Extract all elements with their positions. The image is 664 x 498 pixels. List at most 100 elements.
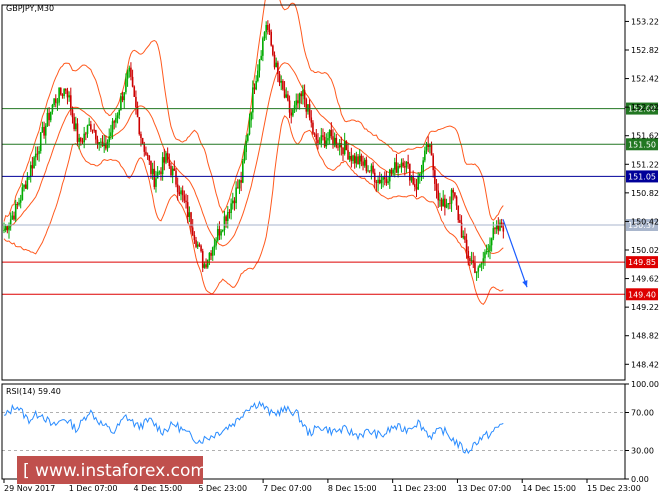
x-tick-label: 8 Dec 15:00 (328, 484, 377, 493)
level-tag-text-151.05: 151.05 (628, 172, 656, 181)
candle-body (56, 102, 59, 104)
candle-body (240, 180, 242, 183)
candle-body (49, 111, 52, 121)
candle-body (131, 76, 134, 87)
candle-body (330, 130, 333, 137)
candle-body (499, 222, 501, 231)
candle-body (434, 170, 436, 184)
candle-body (203, 264, 206, 268)
candle-body (3, 230, 5, 231)
candle-body (166, 153, 169, 161)
candle-body (68, 95, 70, 98)
candle-body (198, 244, 201, 246)
candle-body (337, 146, 339, 148)
candle-body (178, 192, 181, 195)
candle-body (58, 87, 60, 103)
candle-body (479, 264, 481, 268)
candle-body (338, 143, 341, 148)
candle-body (170, 166, 172, 176)
candle-body (502, 227, 505, 232)
candle-body (200, 245, 202, 252)
candle-body (270, 31, 272, 46)
candle-body (440, 199, 443, 207)
candle-body (73, 117, 75, 130)
level-tag-text-151.50: 151.50 (628, 140, 656, 149)
candle-body (447, 203, 450, 205)
candle-body (350, 155, 353, 162)
candle-body (83, 133, 85, 143)
candle-body (492, 228, 495, 239)
candle-body (415, 186, 418, 190)
candle-body (489, 245, 491, 251)
candle-body (75, 123, 77, 130)
candle-body (315, 134, 318, 140)
y-tick-label: 150.82 (631, 189, 659, 198)
x-tick-label: 14 Dec 15:00 (522, 484, 576, 493)
candle-body (297, 100, 299, 104)
candle-body (363, 159, 366, 166)
candle-body (186, 202, 189, 217)
candle-body (262, 38, 264, 56)
candle-body (78, 137, 80, 142)
candle-body (185, 200, 187, 203)
candle-body (400, 162, 403, 168)
candle-body (265, 24, 267, 33)
candle-body (298, 93, 301, 104)
candle-body (345, 141, 348, 151)
candle-body (116, 115, 119, 118)
x-tick-label: 15 Dec 23:00 (587, 484, 641, 493)
candle-body (168, 160, 171, 167)
candle-body (171, 168, 174, 176)
candle-body (8, 225, 10, 231)
candle-body (33, 157, 35, 169)
rsi-y-tick-label: 100.00 (631, 380, 659, 389)
x-tick-label: 11 Dec 23:00 (393, 484, 447, 493)
y-tick-label: 152.02 (631, 103, 659, 112)
rsi-y-tick-label: 30.00 (631, 447, 654, 456)
candle-body (462, 236, 465, 238)
candle-body (277, 62, 279, 75)
candle-body (404, 166, 406, 168)
candle-body (302, 90, 304, 97)
candle-body (71, 109, 74, 118)
candle-body (188, 212, 191, 217)
candle-body (220, 231, 222, 236)
candle-body (221, 229, 224, 232)
candle-body (14, 203, 17, 220)
candle-body (243, 152, 246, 162)
candle-body (372, 165, 374, 173)
candle-body (228, 212, 231, 213)
candle-body (367, 170, 369, 172)
candle-body (450, 189, 453, 204)
y-tick-label: 153.22 (631, 17, 659, 26)
candle-body (348, 155, 351, 160)
candle-body (158, 171, 161, 173)
candle-body (437, 190, 439, 201)
candle-body (452, 189, 455, 193)
candle-body (307, 104, 309, 112)
candle-body (115, 117, 117, 123)
candle-body (328, 130, 331, 138)
y-tick-label: 152.42 (631, 75, 659, 84)
candle-body (310, 117, 313, 123)
candle-body (48, 112, 50, 121)
candle-body (253, 87, 256, 90)
candle-body (205, 264, 207, 268)
candle-body (54, 98, 57, 103)
candle-body (288, 100, 291, 113)
candle-body (223, 216, 226, 230)
candle-body (290, 112, 293, 116)
candle-body (487, 250, 490, 252)
candle-body (93, 129, 95, 131)
candle-body (141, 137, 144, 144)
candle-body (161, 157, 164, 175)
candle-body (429, 144, 431, 147)
candle-body (133, 86, 136, 97)
candle-body (4, 226, 7, 231)
candle-body (250, 112, 252, 121)
candle-body (211, 247, 214, 256)
candle-body (176, 184, 179, 193)
candle-body (120, 96, 122, 110)
candle-body (260, 55, 262, 61)
candle-body (81, 141, 84, 143)
